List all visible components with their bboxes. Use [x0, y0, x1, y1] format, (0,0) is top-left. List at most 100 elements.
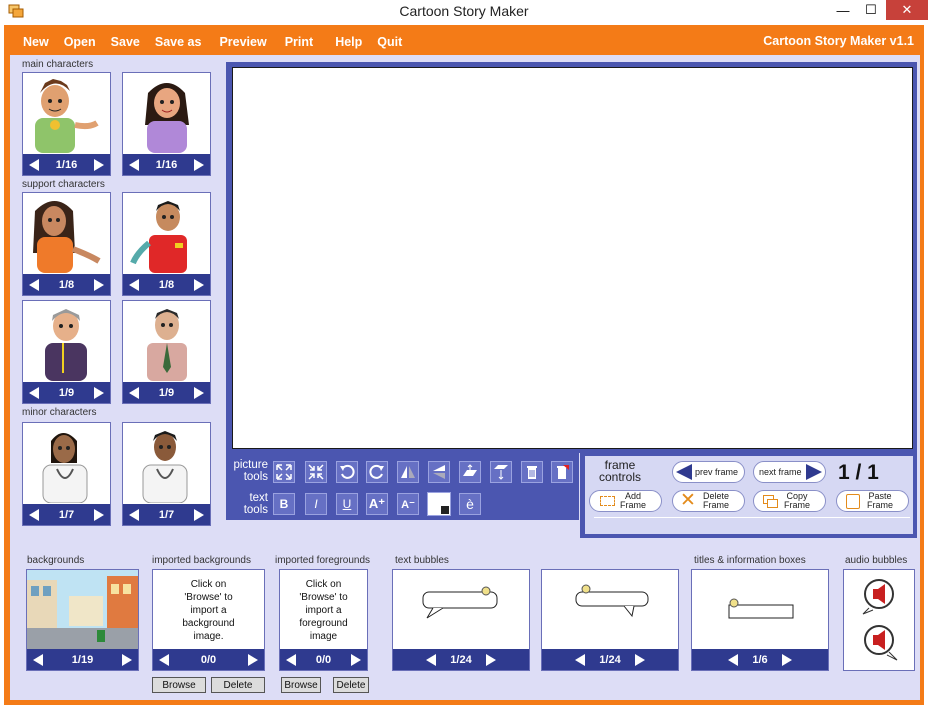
character-nav: 1/8 [23, 274, 110, 295]
prev-arrow-icon[interactable] [129, 386, 139, 399]
next-arrow-icon[interactable] [193, 386, 204, 399]
prev-arrow-icon[interactable] [129, 278, 139, 291]
prev-frame-label: prev frame [695, 466, 739, 477]
character-card-support-4[interactable]: 1/9 [122, 300, 211, 404]
accent-button[interactable]: è [459, 493, 481, 515]
prev-arrow-icon[interactable] [129, 508, 139, 521]
next-arrow-icon[interactable] [93, 278, 104, 291]
text-bubbles-label: text bubbles [395, 555, 449, 566]
browse-foreground-button[interactable]: Browse [281, 677, 321, 693]
speech-bubble-card-2[interactable]: 1/24 [541, 569, 679, 671]
street-background-image[interactable] [27, 570, 138, 650]
prev-frame-button[interactable]: prev frame [672, 461, 745, 483]
prev-arrow-icon[interactable] [286, 653, 296, 666]
send-backward-icon[interactable] [490, 461, 512, 483]
title-box-card[interactable]: 1/6 [691, 569, 829, 671]
minimize-button[interactable]: — [830, 0, 856, 20]
prev-arrow-icon[interactable] [575, 653, 586, 666]
delete-frame-button[interactable]: ✕ Delete Frame [672, 490, 745, 512]
character-card-support-1[interactable]: 1/8 [22, 192, 111, 296]
grandfather-character-image[interactable] [123, 301, 210, 381]
female-doctor-character-image[interactable] [23, 423, 110, 504]
maximize-button[interactable]: ☐ [858, 0, 884, 20]
speech-bubble-card-1[interactable]: 1/24 [392, 569, 530, 671]
character-counter: 1/16 [55, 158, 78, 171]
menu-help[interactable]: Help [335, 35, 362, 49]
menu-preview[interactable]: Preview [219, 35, 266, 49]
browse-background-button[interactable]: Browse [152, 677, 206, 693]
speaker-bubble-icon[interactable] [857, 622, 901, 662]
menu-save-as[interactable]: Save as [155, 35, 202, 49]
next-arrow-icon[interactable] [247, 653, 258, 666]
delete-item-icon[interactable] [521, 461, 543, 483]
prev-arrow-icon[interactable] [129, 158, 139, 171]
boy-character-image[interactable] [23, 73, 110, 153]
character-card-support-3[interactable]: 1/9 [22, 300, 111, 404]
next-arrow-icon[interactable] [121, 653, 132, 666]
prev-arrow-icon[interactable] [29, 278, 39, 291]
next-arrow-icon[interactable] [634, 653, 645, 666]
menu-print[interactable]: Print [285, 35, 313, 49]
title-box-image[interactable] [692, 570, 828, 650]
imported-foreground-card: Click on 'Browse' to import a foreground… [279, 569, 368, 671]
prev-arrow-icon[interactable] [728, 653, 739, 666]
prev-arrow-icon[interactable] [426, 653, 437, 666]
prev-arrow-icon[interactable] [29, 158, 39, 171]
italic-button[interactable]: I [305, 493, 327, 515]
menu-new[interactable]: New [23, 35, 49, 49]
next-frame-button[interactable]: next frame [753, 461, 826, 483]
next-arrow-icon[interactable] [93, 158, 104, 171]
delete-foreground-button[interactable]: Delete [333, 677, 369, 693]
speech-bubble-up-image[interactable] [542, 570, 678, 650]
shrink-icon[interactable] [305, 461, 327, 483]
copy-frame-label: Copy Frame [784, 491, 811, 510]
menu-quit[interactable]: Quit [377, 35, 402, 49]
next-arrow-icon[interactable] [350, 653, 361, 666]
flip-horizontal-icon[interactable] [397, 461, 419, 483]
flip-vertical-icon[interactable] [428, 461, 450, 483]
prev-arrow-icon[interactable] [29, 508, 39, 521]
character-card-main-2[interactable]: 1/16 [122, 72, 211, 176]
bring-forward-icon[interactable] [459, 461, 481, 483]
decrease-font-button[interactable]: A⁻ [397, 493, 419, 515]
next-arrow-icon[interactable] [93, 508, 104, 521]
add-frame-button[interactable]: Add Frame [589, 490, 662, 512]
paste-frame-button[interactable]: Paste Frame [836, 490, 909, 512]
rotate-right-icon[interactable] [366, 461, 388, 483]
increase-font-button[interactable]: A⁺ [366, 493, 388, 515]
next-arrow-icon[interactable] [193, 158, 204, 171]
underline-button[interactable]: U [336, 493, 358, 515]
copy-frame-button[interactable]: Copy Frame [753, 490, 826, 512]
next-arrow-icon[interactable] [485, 653, 496, 666]
enlarge-icon[interactable] [273, 461, 295, 483]
next-arrow-icon[interactable] [193, 278, 204, 291]
character-card-main-1[interactable]: 1/16 [22, 72, 111, 176]
bold-button[interactable]: B [273, 493, 295, 515]
add-frame-icon [600, 496, 615, 506]
next-arrow-icon[interactable] [193, 508, 204, 521]
story-canvas[interactable] [232, 67, 913, 449]
character-card-support-2[interactable]: 1/8 [122, 192, 211, 296]
prev-arrow-icon[interactable] [159, 653, 169, 666]
woman-character-image[interactable] [23, 193, 110, 273]
grandmother-character-image[interactable] [23, 301, 110, 381]
next-arrow-icon[interactable] [93, 386, 104, 399]
girl-character-image[interactable] [123, 73, 210, 153]
man-red-shirt-character-image[interactable] [123, 193, 210, 273]
background-thumbnail-card[interactable]: 1/19 [26, 569, 139, 671]
delete-background-button[interactable]: Delete [211, 677, 265, 693]
male-doctor-character-image[interactable] [123, 423, 210, 504]
menu-save[interactable]: Save [111, 35, 140, 49]
speaker-icon[interactable] [857, 576, 901, 616]
next-arrow-icon[interactable] [781, 653, 792, 666]
prev-arrow-icon[interactable] [33, 653, 43, 666]
clear-all-icon[interactable] [551, 461, 573, 483]
menu-open[interactable]: Open [64, 35, 96, 49]
character-card-minor-2[interactable]: 1/7 [122, 422, 211, 526]
character-card-minor-1[interactable]: 1/7 [22, 422, 111, 526]
speech-bubble-down-image[interactable] [393, 570, 529, 650]
text-color-picker[interactable] [427, 492, 451, 516]
close-button[interactable]: ✕ [886, 0, 928, 20]
prev-arrow-icon[interactable] [29, 386, 39, 399]
rotate-left-icon[interactable] [336, 461, 358, 483]
